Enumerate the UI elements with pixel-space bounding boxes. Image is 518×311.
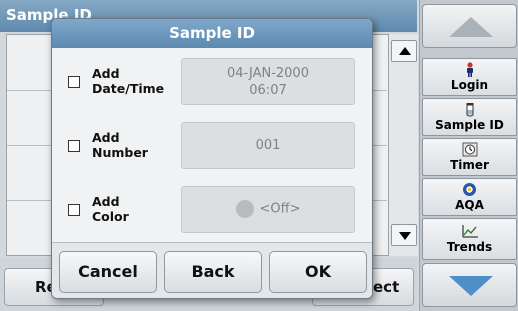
label-line: Add [92, 194, 120, 209]
timer-icon [461, 142, 479, 157]
label-line: Color [92, 209, 129, 224]
arrow-down-icon [399, 232, 411, 240]
sidebar-item-timer[interactable]: Timer [422, 138, 517, 176]
scroll-up-button[interactable] [391, 40, 417, 62]
sidebar-item-label: Login [450, 78, 489, 92]
scroll-down-button[interactable] [391, 224, 417, 246]
dialog-title: Sample ID [52, 19, 372, 48]
cancel-button[interactable]: Cancel [59, 251, 157, 293]
add-color-label: Add Color [92, 194, 129, 224]
person-icon [461, 62, 479, 77]
screen: Sample ID Re ect Login Sample ID Timer A… [0, 0, 518, 311]
triangle-up-icon [449, 17, 493, 37]
triangle-down-icon [449, 276, 493, 296]
add-number-checkbox[interactable] [68, 140, 80, 152]
add-date-time-checkbox[interactable] [68, 76, 80, 88]
sample-id-dialog: Sample ID Add Date/Time 04-JAN-2000 06:0… [51, 18, 373, 299]
sidebar-item-sample-id[interactable]: Sample ID [422, 98, 517, 136]
row-date-time: Add Date/Time 04-JAN-2000 06:07 [52, 58, 372, 106]
label-line: Add [92, 130, 120, 145]
row-color: Add Color <Off> [52, 186, 372, 234]
aqa-icon [461, 182, 479, 197]
sidebar-item-aqa[interactable]: AQA [422, 178, 517, 216]
vial-icon [461, 102, 479, 117]
page-down-button[interactable] [422, 263, 517, 307]
color-field[interactable]: <Off> [181, 186, 355, 233]
sidebar-item-label: AQA [455, 198, 484, 212]
number-value: 001 [255, 138, 281, 153]
trends-icon [461, 224, 479, 239]
date-time-field[interactable]: 04-JAN-2000 06:07 [181, 58, 355, 105]
sidebar-item-label: Trends [446, 240, 493, 254]
time-value: 06:07 [249, 83, 287, 98]
row-number: Add Number 001 [52, 122, 372, 170]
side-panel: Login Sample ID Timer AQA Trends [419, 0, 518, 311]
add-color-checkbox[interactable] [68, 204, 80, 216]
color-value: <Off> [259, 201, 301, 217]
label-line: Number [92, 145, 148, 160]
sidebar-item-login[interactable]: Login [422, 58, 517, 96]
add-number-label: Add Number [92, 130, 148, 160]
background-button-right-label: ect [373, 278, 400, 296]
sidebar-item-label: Sample ID [435, 118, 504, 132]
color-dot-icon [235, 200, 254, 218]
add-date-time-label: Add Date/Time [92, 66, 164, 96]
ok-button[interactable]: OK [269, 251, 367, 293]
date-value: 04-JAN-2000 [227, 66, 309, 81]
sidebar-item-trends[interactable]: Trends [422, 218, 517, 260]
label-line: Date/Time [92, 81, 165, 96]
sidebar-item-label: Timer [450, 158, 489, 172]
back-button[interactable]: Back [164, 251, 262, 293]
scrollbar[interactable] [388, 34, 418, 256]
label-line: Add [92, 66, 120, 81]
number-field[interactable]: 001 [181, 122, 355, 169]
arrow-up-icon [399, 47, 411, 55]
page-up-button[interactable] [422, 4, 517, 48]
dialog-footer: Cancel Back OK [52, 242, 372, 298]
